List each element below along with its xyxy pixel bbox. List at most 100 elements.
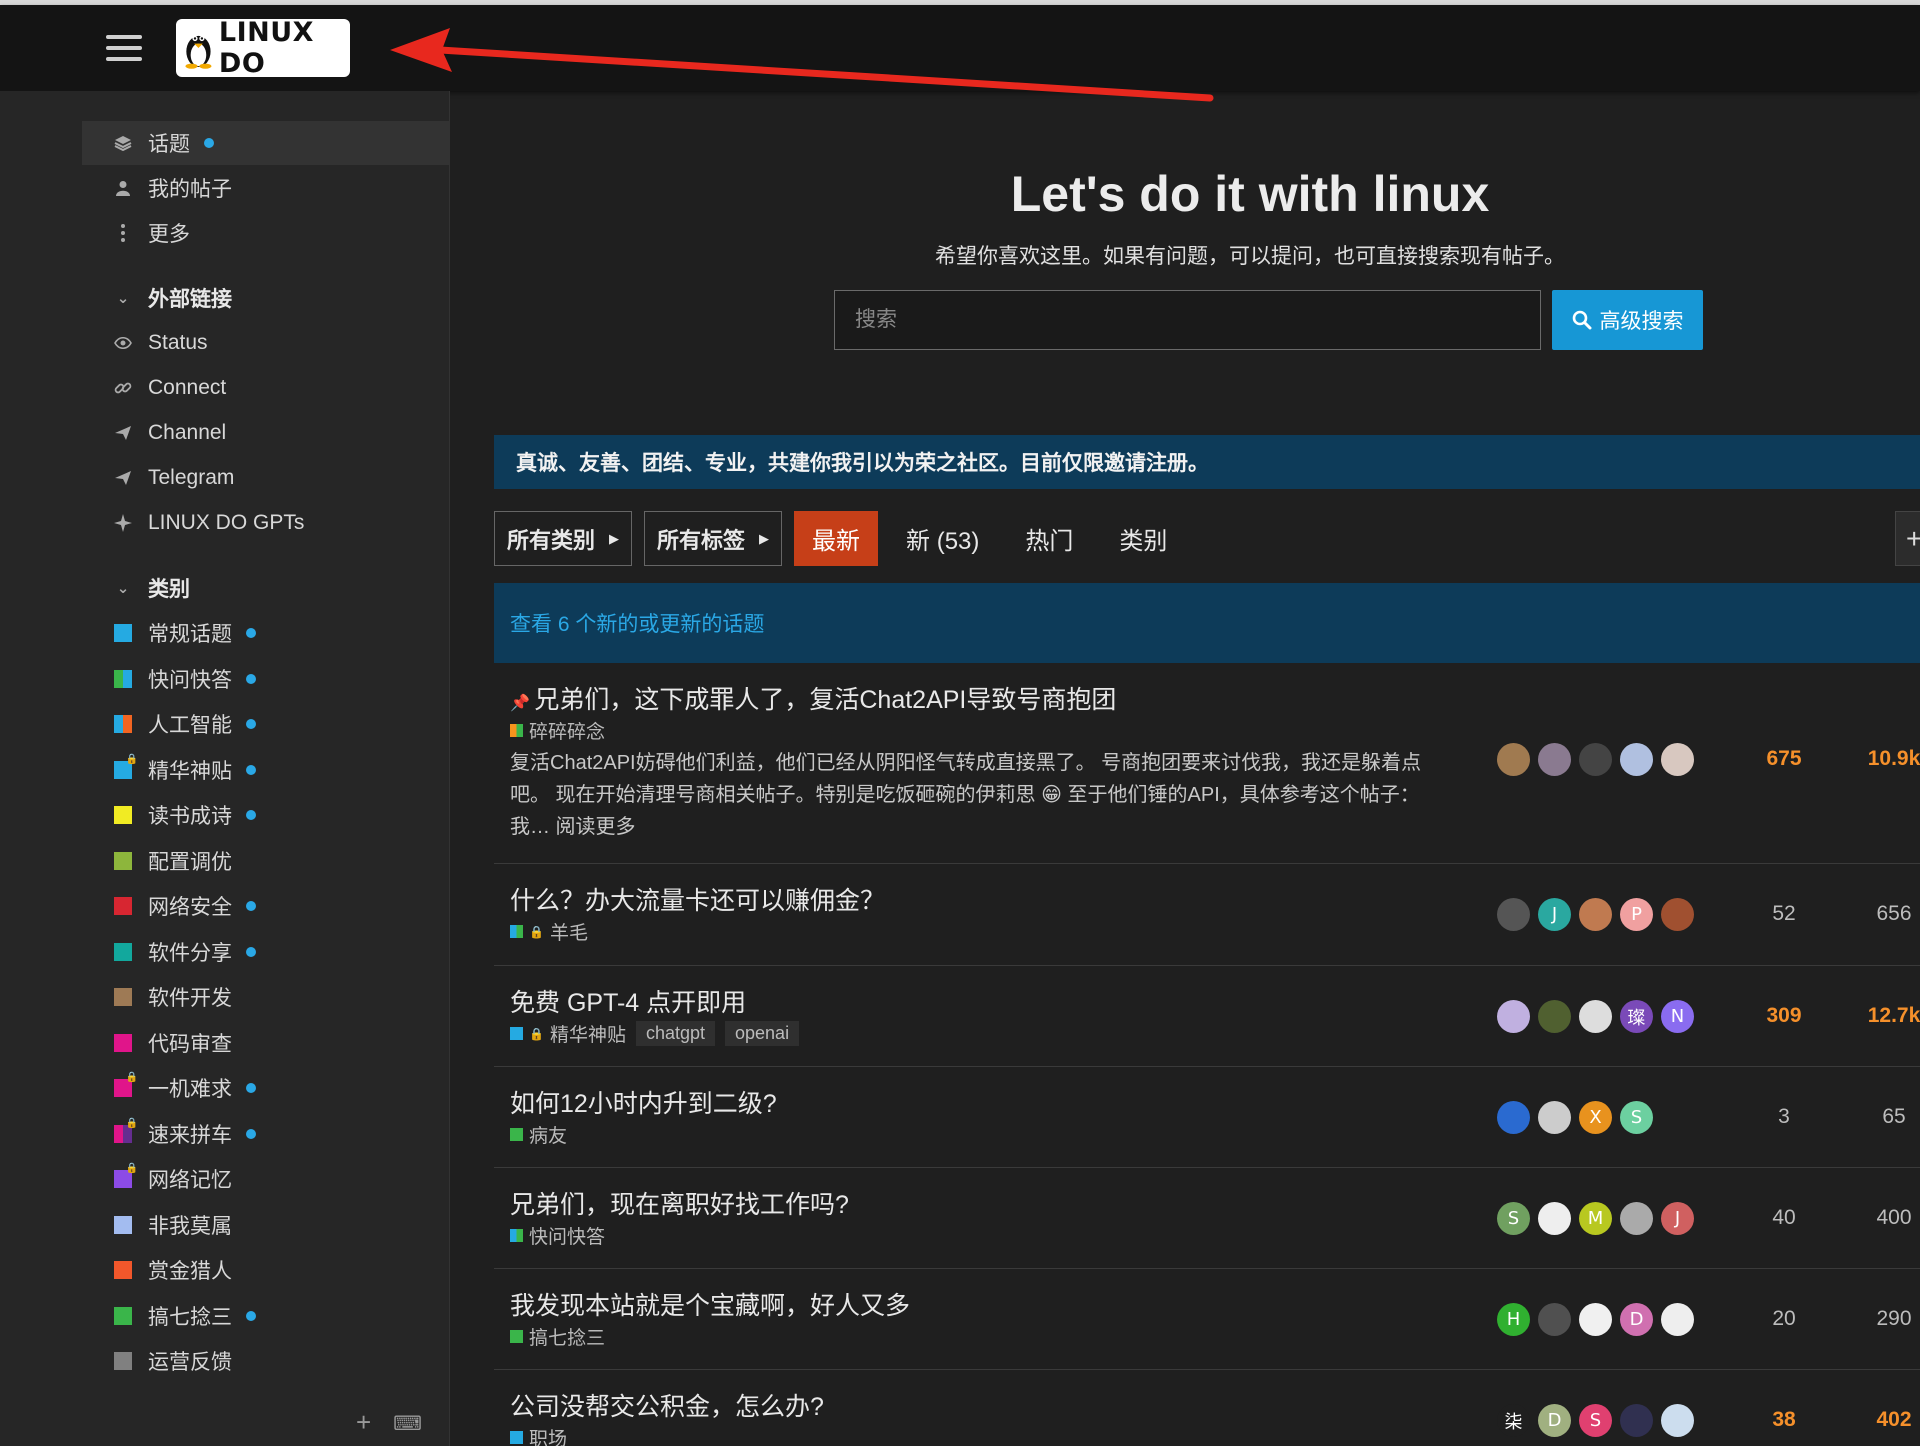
sidebar-category-item[interactable]: 网络安全 <box>82 884 450 928</box>
sidebar-link-connect[interactable]: Connect <box>82 366 450 410</box>
tab-new[interactable]: 新 (53) <box>888 511 997 566</box>
topic-title[interactable]: 📌 兄弟们，这下成罪人了，复活Chat2API导致号商抱团 <box>510 680 1116 716</box>
sidebar-item-my-posts[interactable]: 我的帖子 <box>82 166 450 210</box>
avatar[interactable] <box>1661 1404 1694 1437</box>
sidebar-category-item[interactable]: 软件开发 <box>82 975 450 1019</box>
sidebar-category-item[interactable]: 🔒 网络记忆 <box>82 1157 450 1201</box>
tab-hot[interactable]: 热门 <box>1007 511 1091 566</box>
avatar[interactable]: D <box>1620 1303 1653 1336</box>
avatar[interactable]: M <box>1579 1202 1612 1235</box>
sidebar-item-topics[interactable]: 话题 <box>82 121 450 165</box>
site-logo[interactable]: LINUX DO <box>176 17 350 79</box>
sidebar-category-item[interactable]: 搞七捻三 <box>82 1294 450 1338</box>
avatar[interactable]: X <box>1579 1101 1612 1134</box>
keyboard-icon[interactable]: ⌨ <box>393 1407 422 1441</box>
topic-title[interactable]: 兄弟们，现在离职好找工作吗? <box>510 1185 849 1221</box>
avatar[interactable]: P <box>1620 898 1653 931</box>
sidebar-category-item[interactable]: 🔒 速来拼车 <box>82 1112 450 1156</box>
sidebar-category-item[interactable]: 🔒 精华神贴 <box>82 748 450 792</box>
avatar[interactable]: J <box>1661 1202 1694 1235</box>
avatar[interactable]: N <box>1661 1000 1694 1033</box>
new-topics-notice[interactable]: 查看 6 个新的或更新的话题 <box>494 583 1920 663</box>
sidebar-category-item[interactable]: 非我莫属 <box>82 1203 450 1247</box>
avatar[interactable]: S <box>1579 1404 1612 1437</box>
topic-title[interactable]: 免费 GPT-4 点开即用 <box>510 983 746 1019</box>
topic-category-link[interactable]: 碎碎碎念 <box>529 717 605 744</box>
avatar[interactable] <box>1620 1404 1653 1437</box>
all-tags-dropdown[interactable]: 所有标签 ▶ <box>644 511 783 566</box>
sidebar-section-categories[interactable]: ⌄ 类别 <box>82 566 450 610</box>
sidebar-category-item[interactable]: 常规话题 <box>82 611 450 655</box>
topic-row[interactable]: 如何12小时内升到二级? 病友 X S 3 65 <box>494 1067 1920 1168</box>
avatar[interactable] <box>1579 1000 1612 1033</box>
avatar[interactable] <box>1661 1303 1694 1336</box>
topic-row[interactable]: 什么？办大流量卡还可以赚佣金？ 🔒 羊毛 J P 52 656 <box>494 864 1920 966</box>
topic-title[interactable]: 如何12小时内升到二级? <box>510 1084 777 1120</box>
avatar[interactable] <box>1538 1202 1571 1235</box>
avatar[interactable] <box>1538 1000 1571 1033</box>
topic-category-link[interactable]: 羊毛 <box>550 918 588 945</box>
topic-tag[interactable]: chatgpt <box>635 1021 716 1046</box>
avatar[interactable] <box>1579 1303 1612 1336</box>
avatar[interactable]: 璨 <box>1620 1000 1653 1033</box>
create-topic-button[interactable]: + <box>1895 511 1920 566</box>
topic-category-link[interactable]: 病友 <box>529 1121 567 1148</box>
avatar[interactable]: S <box>1497 1202 1530 1235</box>
avatar[interactable] <box>1497 898 1530 931</box>
search-input[interactable] <box>834 290 1541 350</box>
topic-title[interactable]: 公司没帮交公积金，怎么办? <box>510 1387 824 1423</box>
avatar[interactable] <box>1497 1101 1530 1134</box>
avatar[interactable]: S <box>1620 1101 1653 1134</box>
sidebar-category-item[interactable]: 配置调优 <box>82 839 450 883</box>
sidebar-link-channel[interactable]: Channel <box>82 411 450 455</box>
topic-row[interactable]: 公司没帮交公积金，怎么办? 职场 柒 D S 38 402 <box>494 1370 1920 1446</box>
topic-title[interactable]: 我发现本站就是个宝藏啊，好人又多 <box>510 1286 910 1322</box>
avatar[interactable] <box>1620 1202 1653 1235</box>
sidebar-category-item[interactable]: 代码审查 <box>82 1021 450 1065</box>
avatar[interactable] <box>1538 1101 1571 1134</box>
sidebar-link-gpts[interactable]: LINUX DO GPTs <box>82 501 450 545</box>
topic-row[interactable]: 免费 GPT-4 点开即用 🔒 精华神贴 chatgpt openai 璨 N 309 12.7… <box>494 966 1920 1067</box>
topic-row[interactable]: 我发现本站就是个宝藏啊，好人又多 搞七捻三 H D 20 290 <box>494 1269 1920 1370</box>
sidebar-category-item[interactable]: 赏金猎人 <box>82 1248 450 1292</box>
avatar[interactable]: 柒 <box>1497 1404 1530 1437</box>
topic-tag[interactable]: openai <box>725 1021 800 1046</box>
avatar[interactable] <box>1579 743 1612 776</box>
avatar[interactable] <box>1661 743 1694 776</box>
sidebar-category-item[interactable]: 人工智能 <box>82 702 450 746</box>
sidebar-link-telegram[interactable]: Telegram <box>82 456 450 500</box>
sidebar-link-status[interactable]: Status <box>82 321 450 365</box>
avatar[interactable]: J <box>1538 898 1571 931</box>
send-icon <box>108 470 138 486</box>
tab-latest[interactable]: 最新 <box>794 511 879 566</box>
avatar[interactable] <box>1538 743 1571 776</box>
sidebar-category-item[interactable]: 🔒 一机难求 <box>82 1066 450 1110</box>
topic-title[interactable]: 什么？办大流量卡还可以赚佣金？ <box>510 881 885 917</box>
topic-category-link[interactable]: 快问快答 <box>529 1222 605 1249</box>
topic-category-link[interactable]: 职场 <box>529 1424 567 1446</box>
avatar[interactable] <box>1579 898 1612 931</box>
topic-category-link[interactable]: 精华神贴 <box>550 1020 626 1047</box>
sidebar-category-item[interactable]: 软件分享 <box>82 930 450 974</box>
lock-icon: 🔒 <box>529 924 544 939</box>
avatar[interactable]: D <box>1538 1404 1571 1437</box>
avatar[interactable] <box>1497 743 1530 776</box>
add-icon[interactable]: + <box>356 1407 371 1441</box>
avatar[interactable] <box>1497 1000 1530 1033</box>
all-categories-dropdown[interactable]: 所有类别 ▶ <box>494 511 633 566</box>
avatar[interactable] <box>1661 898 1694 931</box>
avatar[interactable]: H <box>1497 1303 1530 1336</box>
topic-row[interactable]: 📌 兄弟们，这下成罪人了，复活Chat2API导致号商抱团 碎碎碎念 复活Chat2… <box>494 663 1920 864</box>
topic-row[interactable]: 兄弟们，现在离职好找工作吗? 快问快答 S M J 40 400 <box>494 1168 1920 1269</box>
avatar[interactable] <box>1620 743 1653 776</box>
topic-category-link[interactable]: 搞七捻三 <box>529 1323 605 1350</box>
avatar[interactable] <box>1538 1303 1571 1336</box>
sidebar-category-item[interactable]: 读书成诗 <box>82 793 450 837</box>
tab-categories[interactable]: 类别 <box>1101 511 1185 566</box>
sidebar-category-item[interactable]: 运营反馈 <box>82 1339 450 1383</box>
sidebar-category-item[interactable]: 快问快答 <box>82 657 450 701</box>
advanced-search-button[interactable]: 高级搜索 <box>1552 290 1703 350</box>
sidebar-item-more[interactable]: 更多 <box>82 211 450 255</box>
sidebar-section-external-links[interactable]: ⌄ 外部链接 <box>82 276 450 320</box>
hamburger-menu-icon[interactable] <box>106 35 142 65</box>
